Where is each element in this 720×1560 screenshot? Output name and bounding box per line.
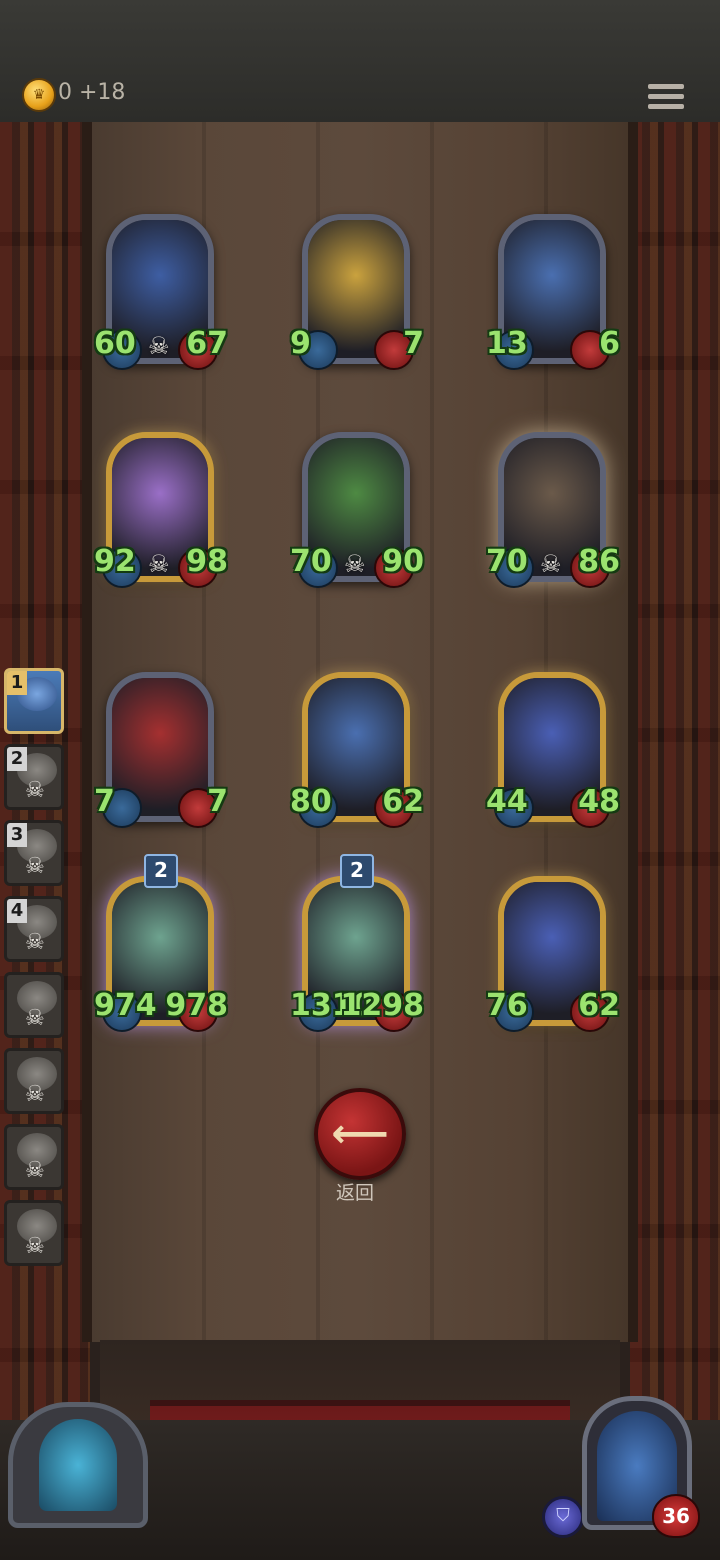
attack-value: 70 <box>290 544 332 579</box>
unit-card[interactable]: 70 86 ☠ <box>486 432 620 588</box>
attack-value: 80 <box>290 784 332 819</box>
unit-card[interactable]: 97 <box>290 214 424 370</box>
health-value: 86 <box>578 544 620 579</box>
skull-icon: ☠ <box>25 778 45 803</box>
skull-icon: ☠ <box>148 550 170 578</box>
attack-value: 44 <box>486 784 528 819</box>
ghost-hero-portrait <box>39 1419 117 1511</box>
skull-icon: ☠ <box>25 930 45 955</box>
health-value: 6 <box>599 326 620 361</box>
unit-card[interactable]: 76 62 <box>486 876 620 1032</box>
level-badge: 2 <box>340 854 374 888</box>
back-button-label: 返回 <box>335 1182 374 1204</box>
queue-item[interactable]: 4 ☠ <box>4 896 64 962</box>
skull-icon: ☠ <box>25 1006 45 1031</box>
health-value: 7 <box>403 326 424 361</box>
queue-number: 2 <box>7 747 27 771</box>
attack-value: 76 <box>486 988 528 1023</box>
health-value: 67 <box>186 326 228 361</box>
back-button[interactable]: ⟵ <box>314 1088 406 1180</box>
attack-value: 70 <box>486 544 528 579</box>
unit-card[interactable]: 974 978 2 <box>94 854 228 1032</box>
attack-value: 92 <box>94 544 136 579</box>
unit-card[interactable]: 13 6 <box>486 214 620 370</box>
unit-card[interactable]: 77 <box>94 672 228 828</box>
left-hero-slot[interactable] <box>8 1402 148 1528</box>
level-badge: 2 <box>144 854 178 888</box>
queue-item[interactable]: ☠ <box>4 1048 64 1114</box>
skull-icon: ☠ <box>25 1082 45 1107</box>
queue-item[interactable]: 2 ☠ <box>4 744 64 810</box>
unit-card[interactable]: 1310 1298 2 <box>290 854 424 1032</box>
menu-button[interactable] <box>648 84 684 114</box>
health-value: 98 <box>186 544 228 579</box>
unit-card[interactable]: 80 62 <box>290 672 424 828</box>
skull-icon: ☠ <box>344 550 366 578</box>
arrow-left-icon: ⟵ <box>331 1111 389 1157</box>
shield-icon[interactable]: ⛉ <box>542 1496 584 1538</box>
skull-icon: ☠ <box>148 332 170 360</box>
gold-counter: 0 +18 <box>58 80 126 105</box>
health-value: 48 <box>578 784 620 819</box>
skull-icon: ☠ <box>25 854 45 879</box>
unit-card[interactable]: 44 48 <box>486 672 620 828</box>
health-value: 62 <box>382 784 424 819</box>
top-bar: ♛ 0 +18 <box>0 0 720 125</box>
attack-value: 9 <box>290 326 311 361</box>
queue-item[interactable]: ☠ <box>4 972 64 1038</box>
attack-value: 7 <box>94 784 115 819</box>
unit-card[interactable]: 70 90 ☠ <box>290 432 424 588</box>
health-value: 978 <box>165 988 228 1023</box>
queue-number: 4 <box>7 899 27 923</box>
queue-item[interactable]: ☠ <box>4 1124 64 1190</box>
attack-value: 60 <box>94 326 136 361</box>
queue-item[interactable]: ☠ <box>4 1200 64 1266</box>
player-health-badge: 36 <box>652 1494 700 1538</box>
queue-number: 3 <box>7 823 27 847</box>
skull-icon: ☠ <box>540 550 562 578</box>
queue-item[interactable]: 1 <box>4 668 64 734</box>
health-value: 90 <box>382 544 424 579</box>
crown-coin-icon: ♛ <box>22 78 56 112</box>
attack-value: 13 <box>486 326 528 361</box>
right-bookshelf <box>630 122 720 1422</box>
attack-value: 974 <box>94 988 157 1023</box>
unit-card[interactable]: 60 67 ☠ <box>94 214 228 370</box>
queue-number: 1 <box>7 671 27 695</box>
health-value: 62 <box>578 988 620 1023</box>
skull-icon: ☠ <box>25 1234 45 1259</box>
unit-card[interactable]: 92 98 ☠ <box>94 432 228 588</box>
health-value: 1298 <box>340 988 425 1023</box>
skull-icon: ☠ <box>25 1158 45 1183</box>
health-value: 7 <box>207 784 228 819</box>
queue-item[interactable]: 3 ☠ <box>4 820 64 886</box>
